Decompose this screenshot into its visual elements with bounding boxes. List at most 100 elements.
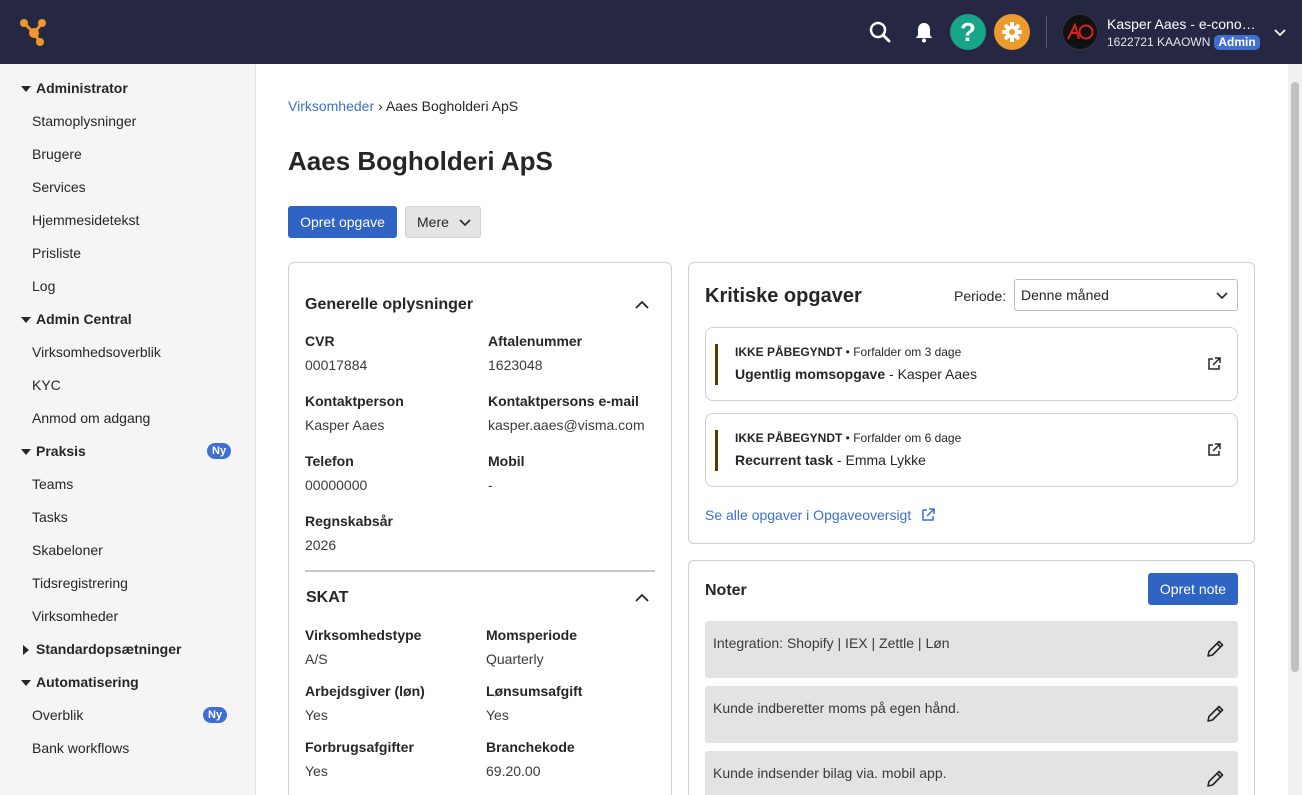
sidebar-item-overblik[interactable]: Overblik — [32, 703, 83, 727]
chevron-down-icon[interactable] — [1272, 24, 1288, 40]
note-item: Kunde indsender bilag via. mobil app. — [705, 751, 1238, 795]
general-info-title: Generelle oplysninger — [305, 296, 474, 313]
sidebar-item-teams[interactable]: Teams — [32, 472, 73, 496]
sidebar-item-anmod-om-adgang[interactable]: Anmod om adgang — [32, 406, 150, 430]
field-value-telefon: 00000000 — [305, 477, 368, 493]
field-label-branchekode: Branchekode — [486, 739, 575, 755]
field-value-forbrugsafgifter: Yes — [305, 763, 328, 779]
field-label-momsperiode: Momsperiode — [486, 627, 578, 643]
edit-pencil-icon[interactable] — [1205, 769, 1225, 789]
settings-gear-icon[interactable] — [994, 14, 1030, 50]
search-icon[interactable] — [862, 14, 898, 50]
sidebar-section-label: Praksis — [36, 443, 86, 459]
field-label-telefon: Telefon — [305, 453, 354, 469]
note-item: Integration: Shopify | IEX | Zettle | Lø… — [705, 621, 1238, 678]
task-due: • Forfalder om 6 dage — [842, 431, 962, 445]
sidebar-item-services[interactable]: Services — [32, 175, 86, 199]
field-label-regnskabsaar: Regnskabsår — [305, 513, 393, 529]
new-badge: Ny — [203, 707, 228, 723]
task-title: Ugentlig momsopgave — [735, 366, 886, 382]
sidebar-item-stamoplysninger[interactable]: Stamoplysninger — [32, 109, 136, 133]
external-link-icon[interactable] — [1206, 356, 1222, 372]
field-label-cvr: CVR — [305, 333, 335, 349]
help-icon[interactable]: ? — [950, 14, 986, 50]
sidebar-section-label: Administrator — [36, 80, 128, 96]
role-badge: Admin — [1214, 35, 1260, 50]
page-title: Aaes Bogholderi ApS — [288, 146, 553, 176]
user-avatar[interactable] — [1062, 14, 1098, 50]
collapse-chevron-up-icon[interactable] — [634, 590, 650, 606]
task-card[interactable]: IKKE PÅBEGYNDT • Forfalder om 6 dage Rec… — [705, 413, 1238, 487]
sidebar-item-brugere[interactable]: Brugere — [32, 142, 82, 166]
sidebar-section-administrator[interactable]: Administrator — [20, 76, 128, 100]
field-label-forbrugsafgifter: Forbrugsafgifter — [305, 739, 414, 755]
sidebar-item-skabeloner[interactable]: Skabeloner — [32, 538, 103, 562]
scrollbar-thumb[interactable] — [1291, 82, 1299, 672]
note-text: Integration: Shopify | IEX | Zettle | Lø… — [713, 635, 950, 651]
page-scrollbar[interactable] — [1288, 64, 1302, 795]
skat-title: SKAT — [306, 589, 349, 606]
field-label-lonsumsafgift: Lønsumsafgift — [486, 683, 583, 699]
field-label-kontaktperson: Kontaktperson — [305, 393, 404, 409]
task-card[interactable]: IKKE PÅBEGYNDT • Forfalder om 3 dage Uge… — [705, 327, 1238, 401]
breadcrumb-current: Aaes Bogholderi ApS — [385, 98, 519, 114]
sidebar-section-admin-central[interactable]: Admin Central — [20, 307, 132, 331]
field-value-momsperiode: Quarterly — [486, 651, 544, 667]
chevron-down-icon — [458, 215, 472, 229]
sidebar-item-virksomheder[interactable]: Virksomheder — [32, 604, 118, 628]
field-value-arbejdsgiver: Yes — [305, 707, 328, 723]
sidebar-section-standardopsaetninger[interactable]: Standardopsætninger — [20, 637, 181, 661]
sidebar-item-log[interactable]: Log — [32, 274, 55, 298]
status-bar — [715, 344, 718, 385]
caret-down-icon — [20, 676, 32, 688]
sidebar-item-kyc[interactable]: KYC — [32, 373, 61, 397]
field-label-virksomhedstype: Virksomhedstype — [305, 627, 422, 643]
field-value-mobil: - — [488, 477, 493, 493]
critical-tasks-title: Kritiske opgaver — [705, 285, 862, 307]
user-account-info: 1622721 KAAOWN Admin — [1107, 35, 1260, 50]
field-value-kontakt-email: kasper.aaes@visma.com — [488, 417, 645, 433]
edit-pencil-icon[interactable] — [1205, 704, 1225, 724]
collapse-chevron-up-icon[interactable] — [634, 297, 650, 313]
caret-down-icon — [20, 445, 32, 457]
notifications-bell-icon[interactable] — [906, 14, 942, 50]
app-logo-icon[interactable] — [18, 17, 50, 49]
note-text: Kunde indsender bilag via. mobil app. — [713, 765, 947, 781]
sidebar: Administrator Stamoplysninger Brugere Se… — [0, 64, 256, 795]
new-badge: Ny — [207, 443, 232, 459]
period-label: Periode: — [954, 288, 1007, 304]
external-link-icon — [920, 507, 936, 523]
field-value-virksomhedstype: A/S — [305, 651, 328, 667]
company-info-card: Generelle oplysninger CVR 00017884 Aftal… — [288, 262, 672, 795]
sidebar-item-tasks[interactable]: Tasks — [32, 505, 68, 529]
sidebar-item-tidsregistrering[interactable]: Tidsregistrering — [32, 571, 128, 595]
task-assignee: - Kasper Aaes — [885, 366, 977, 382]
note-item: Kunde indberetter moms på egen hånd. — [705, 686, 1238, 743]
sidebar-section-automatisering[interactable]: Automatisering — [20, 670, 139, 694]
sidebar-item-bank-workflows[interactable]: Bank workflows — [32, 736, 129, 760]
sidebar-item-hjemmesidetekst[interactable]: Hjemmesidetekst — [32, 208, 139, 232]
external-link-icon[interactable] — [1206, 442, 1222, 458]
task-status-label: IKKE PÅBEGYNDT — [735, 431, 843, 445]
edit-pencil-icon[interactable] — [1205, 639, 1225, 659]
field-value-cvr: 00017884 — [305, 357, 368, 373]
status-bar — [715, 430, 718, 471]
sidebar-section-label: Admin Central — [36, 311, 132, 327]
task-assignee: - Emma Lykke — [833, 452, 926, 468]
breadcrumb: Virksomheder › Aaes Bogholderi ApS — [288, 98, 518, 114]
create-note-button[interactable]: Opret note — [1148, 573, 1238, 605]
sidebar-section-praksis[interactable]: Praksis — [20, 439, 86, 463]
create-task-button[interactable]: Opret opgave — [288, 206, 397, 238]
sidebar-item-virksomhedsoverblik[interactable]: Virksomhedsoverblik — [32, 340, 161, 364]
see-all-tasks-link[interactable]: Se alle opgaver i Opgaveoversigt — [705, 507, 936, 523]
caret-right-icon — [20, 643, 32, 655]
period-select[interactable]: Denne måned — [1014, 279, 1238, 311]
note-text: Kunde indberetter moms på egen hånd. — [713, 700, 960, 716]
field-label-arbejdsgiver: Arbejdsgiver (løn) — [305, 683, 425, 699]
field-value-lonsumsafgift: Yes — [486, 707, 509, 723]
user-name[interactable]: Kasper Aaes - e-conomic — [1107, 16, 1259, 32]
breadcrumb-link-virksomheder[interactable]: Virksomheder — [288, 98, 374, 114]
more-dropdown-button[interactable]: Mere — [405, 206, 481, 238]
field-label-kontakt-email: Kontaktpersons e-mail — [488, 393, 639, 409]
sidebar-item-prisliste[interactable]: Prisliste — [32, 241, 81, 265]
